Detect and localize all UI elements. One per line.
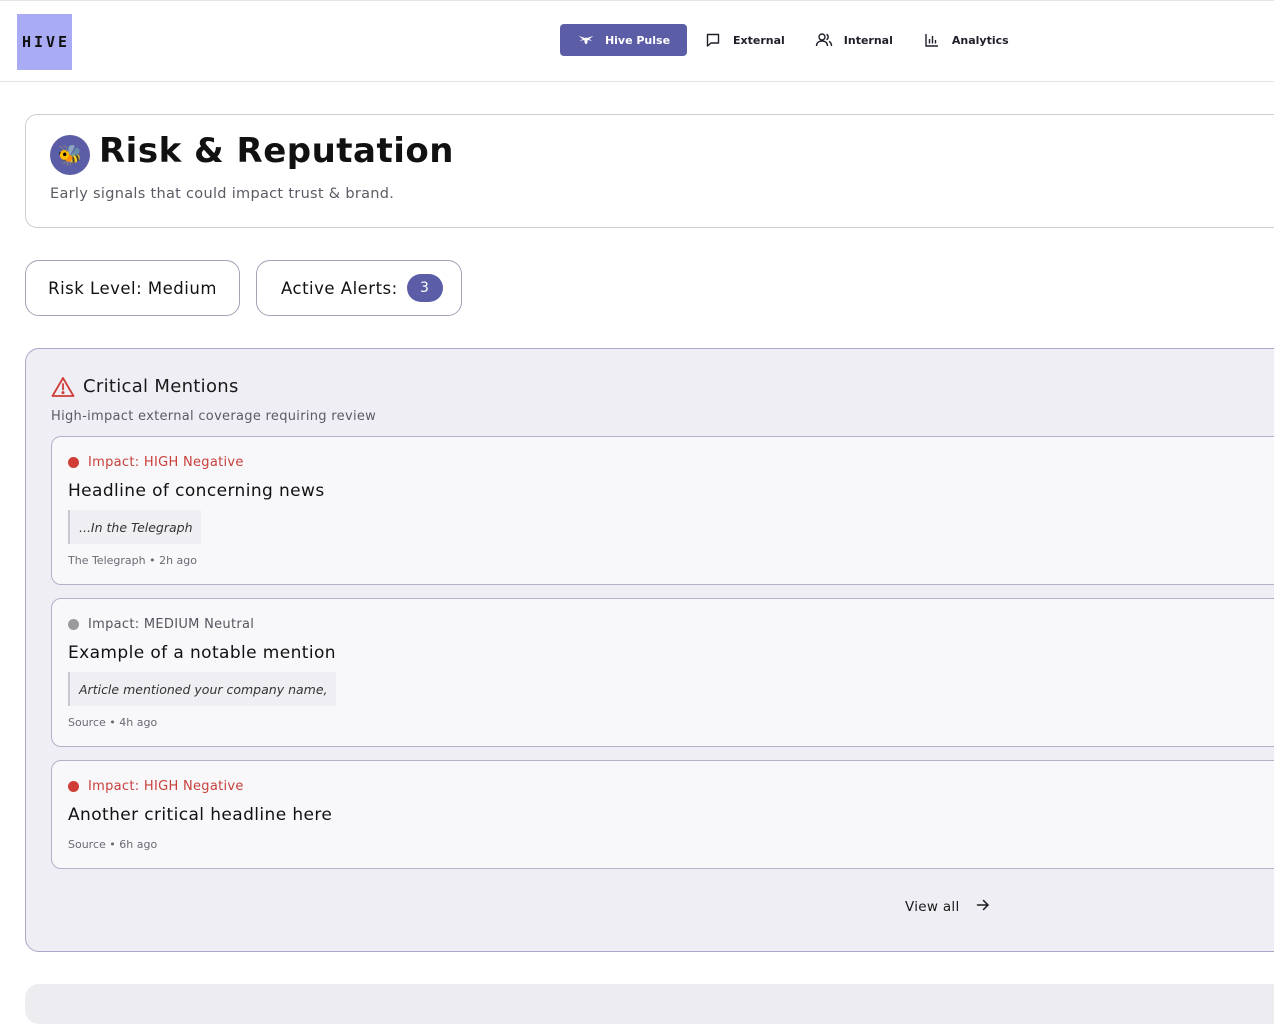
message-icon [704,31,722,49]
nav-hive-pulse-label: Hive Pulse [604,33,671,47]
critical-mentions-panel: Critical Mentions High-impact external c… [25,348,1274,952]
mention-headline[interactable]: Headline of concerning news [68,481,325,501]
arrow-right-icon [976,899,990,915]
page-title: Risk & Reputation [99,131,454,171]
view-all-link[interactable]: View all [905,899,990,915]
active-alerts-badge[interactable]: Active Alerts: 3 [256,260,462,316]
bee-icon [577,31,595,49]
mention-headline[interactable]: Another critical headline here [68,805,332,825]
nav-external-label: External [733,33,785,47]
nav-hive-pulse[interactable]: Hive Pulse [560,24,687,56]
bar-chart-icon [923,31,941,49]
critical-mentions-subtitle: High-impact external coverage requiring … [51,409,377,424]
nav-internal[interactable]: Internal [815,24,893,56]
page-header-card: 🐝 Risk & Reputation Early signals that c… [25,114,1274,228]
active-alerts-label: Active Alerts: [281,278,398,298]
next-section-card [25,984,1274,1024]
nav-analytics-label: Analytics [951,33,1009,47]
impact-badge: Impact: HIGH Negative [68,455,244,470]
mention-meta: Source • 4h ago [68,716,158,729]
view-all-label: View all [905,899,960,915]
nav-external[interactable]: External [704,24,785,56]
mention-card[interactable]: Impact: HIGH Negative Headline of concer… [51,436,1274,585]
risk-level-label: Risk Level: Medium [48,278,217,298]
mention-quote: Article mentioned your company name, [68,672,336,706]
mention-card[interactable]: Impact: MEDIUM Neutral Example of a nota… [51,598,1274,747]
impact-label: Impact: MEDIUM Neutral [88,617,255,632]
users-icon [815,31,833,49]
critical-mentions-title: Critical Mentions [83,376,239,397]
impact-label: Impact: HIGH Negative [88,455,244,470]
risk-level-badge: Risk Level: Medium [25,260,240,316]
mention-meta: Source • 6h ago [68,838,158,851]
page-subtitle: Early signals that could impact trust & … [50,186,395,202]
impact-label: Impact: HIGH Negative [88,779,244,794]
mention-card[interactable]: Impact: HIGH Negative Another critical h… [51,760,1274,869]
main-nav: Hive Pulse External Internal Analytics [560,24,1009,56]
mention-quote: ...In the Telegraph [68,510,201,544]
bee-avatar-icon: 🐝 [50,135,90,175]
mention-headline[interactable]: Example of a notable mention [68,643,336,663]
top-bar: HIVE Hive Pulse External Internal Analyt… [0,0,1274,82]
mention-meta: The Telegraph • 2h ago [68,554,197,567]
hive-logo[interactable]: HIVE [17,14,72,70]
impact-badge: Impact: HIGH Negative [68,779,244,794]
warning-triangle-icon [51,376,75,398]
impact-high-dot-icon [68,781,79,792]
impact-medium-dot-icon [68,619,79,630]
active-alerts-count: 3 [406,274,443,302]
nav-internal-label: Internal [843,33,893,47]
impact-badge: Impact: MEDIUM Neutral [68,617,254,632]
impact-high-dot-icon [68,457,79,468]
nav-analytics[interactable]: Analytics [923,24,1009,56]
